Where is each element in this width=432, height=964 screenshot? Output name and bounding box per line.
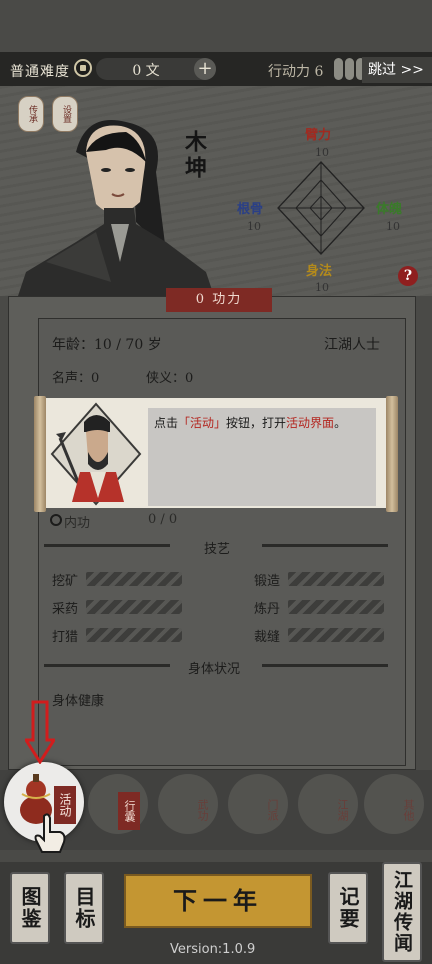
- martial-activity-label: 武功: [196, 799, 209, 821]
- origin-text: 江湖人士: [324, 337, 380, 353]
- neigong-label: 内功: [64, 516, 91, 531]
- character-name: 木坤: [181, 130, 207, 182]
- fame-text: 名声：0: [52, 371, 100, 386]
- action-point-pill: [345, 58, 354, 80]
- codex-button[interactable]: 图鉴: [10, 872, 50, 944]
- chivalry-text: 侠义：0: [146, 371, 194, 386]
- skill-hunting-label: 打猎: [52, 630, 79, 645]
- coin-icon: [74, 59, 92, 77]
- skills-title: 技艺: [204, 542, 231, 557]
- stat-strength-label: 臂力: [305, 128, 332, 143]
- health-title: 身体状况: [188, 662, 241, 677]
- other-activity-label: 其他: [402, 799, 415, 821]
- tutorial-highlight: 「活动」: [178, 416, 227, 430]
- action-point-pill: [334, 58, 343, 80]
- stat-constitution-label: 体魄: [376, 202, 403, 217]
- skill-forging-bar: [288, 572, 384, 586]
- tutorial-text: 点击「活动」按钮，打开活动界面。: [154, 414, 372, 432]
- add-coins-button[interactable]: +: [194, 58, 216, 80]
- divider: [44, 544, 170, 547]
- sect-activity-label: 门派: [266, 799, 279, 821]
- records-button[interactable]: 记要: [328, 872, 368, 944]
- divider: [262, 544, 388, 547]
- stat-constitution-value: 10: [386, 220, 400, 233]
- scroll-rod-right: [386, 396, 398, 512]
- neigong-icon: [50, 514, 62, 526]
- action-points-label: 行动力 6: [268, 64, 324, 80]
- jianghu-activity-label: 江湖: [336, 799, 349, 821]
- skill-mining-label: 挖矿: [52, 574, 79, 589]
- tap-hand-icon: [34, 813, 66, 853]
- skill-tailoring-label: 裁缝: [254, 630, 281, 645]
- skill-herbs-bar: [86, 600, 182, 614]
- divider: [262, 664, 388, 667]
- tutorial-text-part: 按钮，打开: [226, 416, 287, 430]
- version-label: Version:1.0.9: [170, 942, 256, 957]
- stat-agility-value: 10: [315, 281, 329, 294]
- skill-tailoring-bar: [288, 628, 384, 642]
- stat-bone-value: 10: [247, 220, 261, 233]
- coin-value: 0 文: [132, 63, 160, 79]
- help-icon[interactable]: ?: [398, 266, 418, 286]
- skill-hunting-bar: [86, 628, 182, 642]
- stat-strength-value: 10: [315, 146, 329, 159]
- skill-forging-label: 锻造: [254, 574, 281, 589]
- divider: [44, 664, 170, 667]
- next-year-button[interactable]: 下一年: [124, 874, 312, 928]
- stat-agility-label: 身法: [306, 264, 333, 279]
- stat-diamond-chart: [277, 161, 365, 255]
- tutorial-npc-portrait: [50, 402, 142, 506]
- pointer-arrow-icon: [25, 700, 55, 764]
- neigong-value: 0 / 0: [148, 512, 178, 527]
- stat-bone-label: 根骨: [237, 202, 264, 217]
- skill-alchemy-label: 炼丹: [254, 602, 281, 617]
- skill-alchemy-bar: [288, 600, 384, 614]
- goals-button[interactable]: 目标: [64, 872, 104, 944]
- skill-mining-bar: [86, 572, 182, 586]
- tutorial-text-part: 。: [334, 416, 347, 430]
- health-status: 身体健康: [52, 694, 105, 709]
- bag-activity-label: 行囊: [118, 792, 140, 830]
- skill-herbs-label: 采药: [52, 602, 79, 617]
- difficulty-label: 普通难度: [10, 64, 70, 80]
- rumors-button[interactable]: 江湖传闻: [382, 862, 422, 962]
- skip-button[interactable]: 跳过 >>: [362, 57, 432, 83]
- tutorial-highlight: 活动界面: [286, 416, 335, 430]
- power-banner: 0 功力: [166, 288, 272, 312]
- tutorial-text-part: 点击: [154, 416, 179, 430]
- scroll-rod-left: [34, 396, 46, 512]
- age-text: 年龄：10 / 70 岁: [52, 337, 162, 353]
